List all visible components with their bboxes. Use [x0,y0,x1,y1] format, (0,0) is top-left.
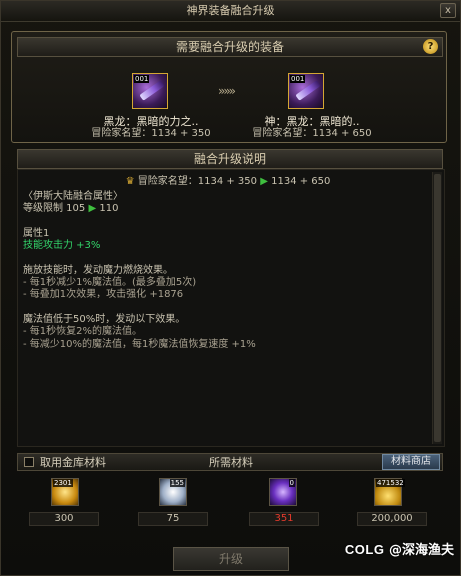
level-limit: 等级限制 105 [23,203,86,215]
materials-header: 取用金库材料 所需材料 材料商店 [17,453,443,471]
target-level-badge: 001 [290,75,306,83]
equip-section-title: 需要融合升级的装备 [175,40,284,54]
level-limit-new: 110 [99,203,119,215]
arrow-right-icon: »»» [218,84,236,98]
reputation-icon: ♛ [125,176,135,187]
material-required-insufficient: 351 [249,512,319,526]
scrollbar-thumb[interactable] [434,174,441,442]
arrow-right-icon: ▶ [88,203,97,215]
dagger-icon [295,80,321,101]
fusion-upgrade-window: 神界装备融合升级 x 需要融合升级的装备 ? 001 »»» 001 黑龙：黑暗… [0,0,461,576]
material-count: 2301 [53,479,73,487]
source-equipment-slot[interactable]: 001 [132,73,168,109]
help-icon[interactable]: ? [423,39,438,54]
material-count: 0 [288,479,295,487]
description-panel: ♛ 冒险家名望：1134 + 350 ▶ 1134 + 650 〈伊斯大陆融合属… [17,169,445,447]
source-level-badge: 001 [134,75,150,83]
white-orb-icon[interactable]: 155 [159,478,187,506]
effect2-line1: - 每1秒恢复2%的魔法值。 [23,326,143,338]
target-equipment-name: 神：黑龙：黑暗的.. [264,115,360,128]
region-attr-line: 〈伊斯大陆融合属性〉 [23,191,123,202]
effect1-title: 施放技能时，发动魔力燃烧效果。 [23,264,173,276]
material-required: 75 [138,512,208,526]
close-icon[interactable]: x [440,3,456,18]
effect2-line2: - 每减少10%的魔法值，每1秒魔法值恢复速度 +1% [23,338,256,350]
effect1-line1: - 每1秒减少1%魔法值。(最多叠加5次) [23,277,197,289]
source-equipment-name: 黑龙：黑暗的力之.. [103,115,199,128]
purple-orb-icon[interactable]: 0 [269,478,297,506]
dagger-icon [139,80,165,101]
description-lines: 〈伊斯大陆融合属性〉 等级限制 105 ▶ 110 属性1 技能攻击力 +3% … [23,191,423,351]
level-line: 等级限制 105 ▶ 110 [23,203,423,215]
watermark-at: @ [388,543,402,558]
material-count: 471532 [376,479,405,487]
target-equipment-reputation: 冒险家名望：1134 + 650 [252,128,372,139]
watermark-user: 深海渔夫 [401,543,454,558]
watermark: COLG @深海渔夫 [345,539,454,558]
attr-title: 属性1 [23,227,50,239]
title-bar[interactable]: 神界装备融合升级 x [1,1,460,22]
material-count: 155 [169,479,185,487]
material-required: 200,000 [357,512,427,526]
material-required: 300 [29,512,99,526]
description-scrollbar[interactable] [432,172,442,444]
arrow-right-icon: ▶ [260,176,268,187]
material-shop-button[interactable]: 材料商店 [382,454,440,470]
gold-crystal-icon[interactable]: 2301 [51,478,79,506]
watermark-brand: COLG [344,542,385,557]
target-equipment-slot[interactable]: 001 [288,73,324,109]
reputation-change: ♛ 冒险家名望：1134 + 350 ▶ 1134 + 650 [18,172,438,187]
gold-coins-icon[interactable]: 471532 [374,478,405,506]
equip-section-header: 需要融合升级的装备 ? [17,37,443,57]
effect1-line2: - 每叠加1次效果，攻击强化 +1876 [23,289,184,301]
materials-title: 所需材料 [209,456,253,469]
source-equipment-reputation: 冒险家名望：1134 + 350 [91,128,211,139]
window-title: 神界装备融合升级 [186,4,275,17]
desc-section-title: 融合升级说明 [193,152,266,166]
skill-attack-line: 技能攻击力 +3% [23,240,101,252]
reputation-new: 1134 + 650 [271,176,331,187]
effect2-title: 魔法值低于50%时，发动以下效果。 [23,313,186,325]
upgrade-button[interactable]: 升级 [173,547,289,571]
reputation-old: 冒险家名望：1134 + 350 [137,176,258,187]
desc-section-header: 融合升级说明 [17,149,443,169]
